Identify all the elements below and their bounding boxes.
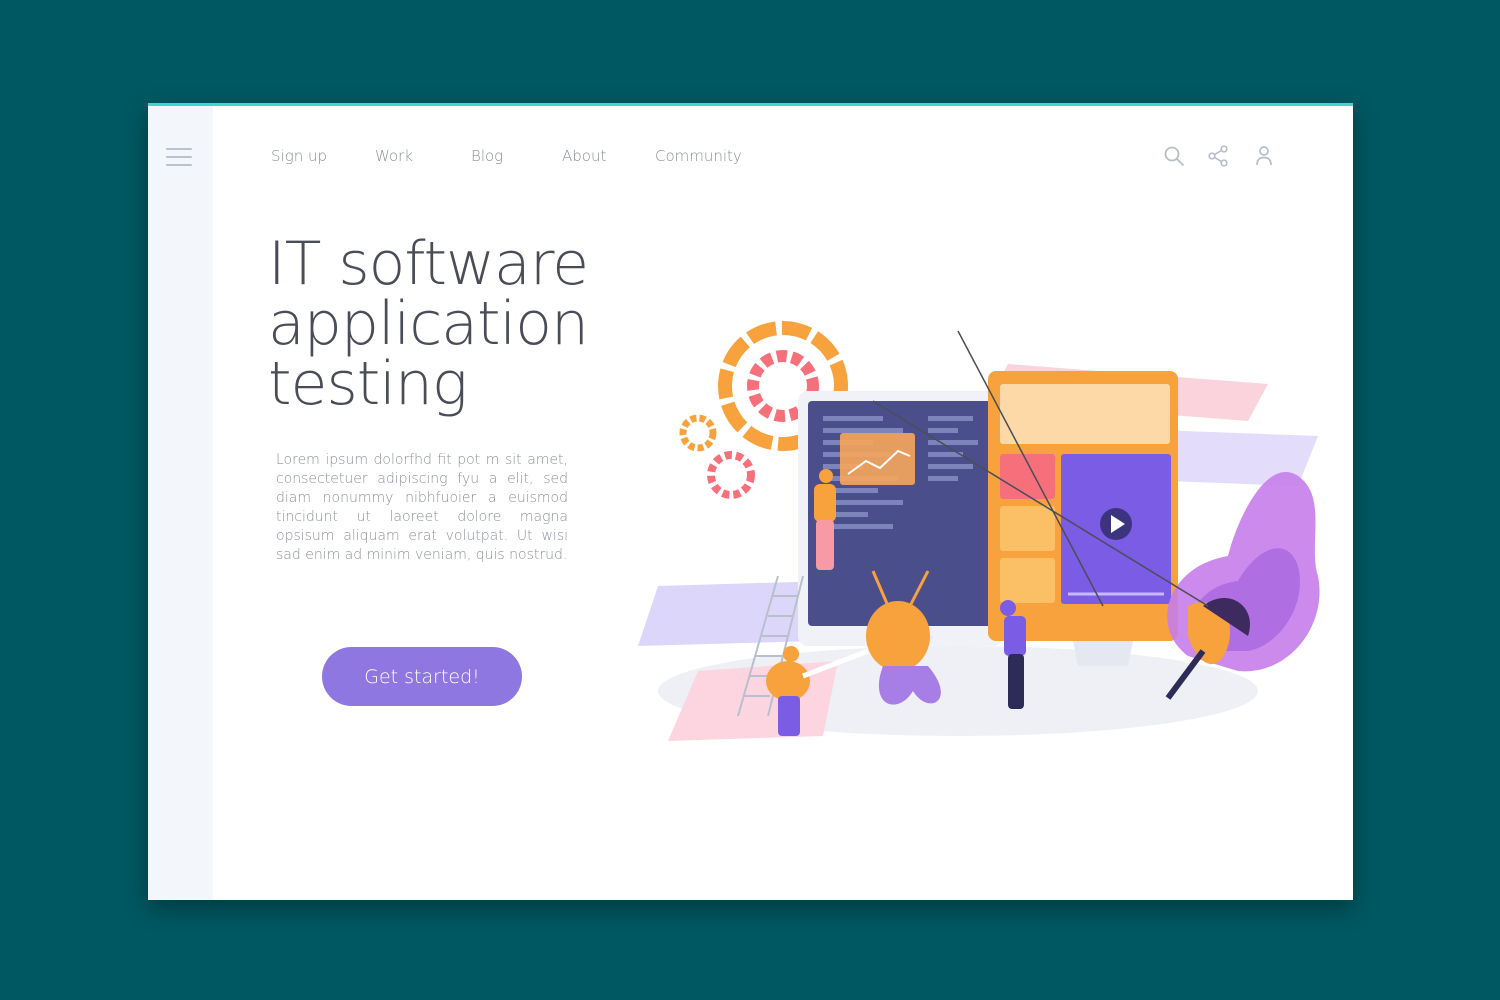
share-icon[interactable] (1206, 144, 1230, 168)
hero-title-line: testing (268, 349, 468, 419)
bug-body (866, 601, 930, 671)
sidebar (148, 106, 213, 900)
monitor-stand-right (1073, 641, 1133, 666)
header-icons (1158, 144, 1288, 172)
get-started-button[interactable]: Get started! (322, 647, 522, 706)
header-block (1000, 384, 1170, 444)
nav-item-about[interactable]: About (562, 147, 606, 165)
hero-description: Lorem ipsum dolorfhd fit pot m sit amet,… (276, 452, 568, 563)
content-block (1000, 506, 1055, 551)
hero-title-line: application (268, 289, 589, 359)
user-icon[interactable] (1252, 144, 1276, 168)
hero-title: IT software application testing (268, 234, 688, 414)
content-block (1000, 558, 1055, 603)
nav-item-blog[interactable]: Blog (471, 147, 503, 165)
content-block (1000, 454, 1055, 499)
hero-title-line: IT software (268, 229, 589, 299)
small-gear-icon (679, 414, 717, 452)
hamburger-menu-icon[interactable] (166, 146, 194, 168)
search-icon[interactable] (1162, 144, 1186, 168)
nav-item-work[interactable]: Work (375, 147, 413, 165)
medium-gear-icon (707, 451, 755, 499)
landing-page-card: Sign up Work Blog About Community IT sof… (148, 103, 1353, 900)
nav-item-sign-up[interactable]: Sign up (271, 147, 327, 165)
nav-item-community[interactable]: Community (655, 147, 742, 165)
chart-card (840, 433, 915, 485)
software-testing-illustration (638, 321, 1320, 741)
